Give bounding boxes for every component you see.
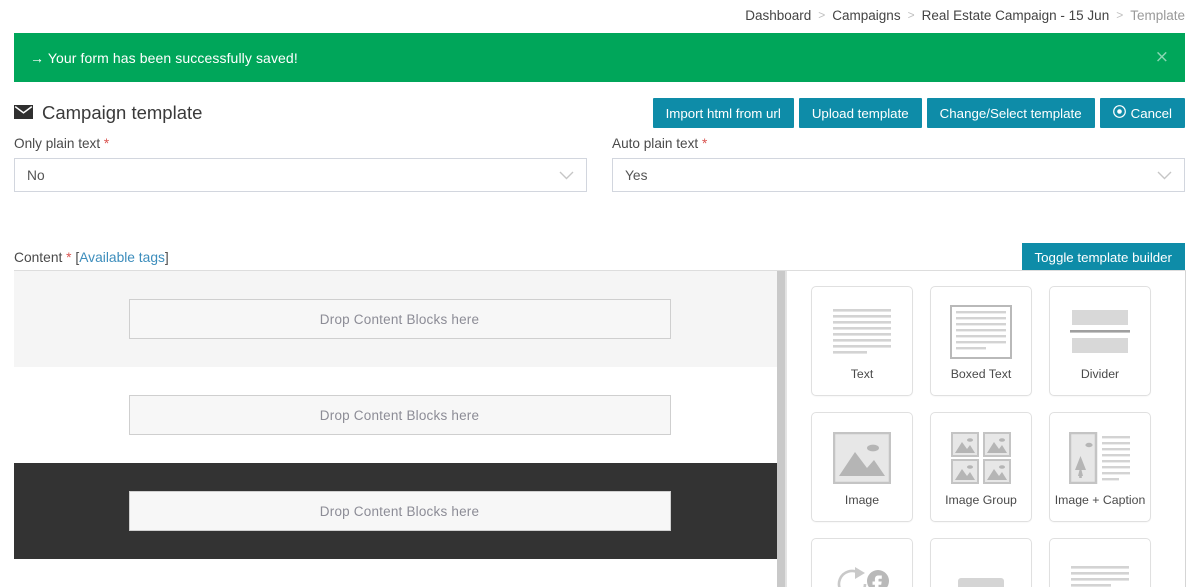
chevron-down-icon bbox=[559, 168, 574, 183]
divider-icon bbox=[1069, 301, 1131, 363]
canvas-section-2[interactable]: Drop Content Blocks here bbox=[14, 367, 785, 463]
page-title: Campaign template bbox=[14, 102, 202, 124]
only-plain-text-value: No bbox=[27, 167, 45, 183]
image-caption-icon bbox=[1069, 427, 1131, 489]
boxed-text-icon bbox=[950, 301, 1012, 363]
alert-message: → Your form has been successfully saved! bbox=[30, 49, 298, 66]
dropzone-2[interactable]: Drop Content Blocks here bbox=[128, 395, 671, 435]
ban-icon bbox=[1112, 105, 1126, 121]
block-card-image[interactable]: Image bbox=[811, 412, 913, 522]
block-card-social-share[interactable] bbox=[811, 538, 913, 587]
auto-plain-text-label: Auto plain text * bbox=[612, 136, 1185, 151]
breadcrumb-separator: > bbox=[1116, 8, 1124, 22]
block-card-button[interactable] bbox=[930, 538, 1032, 587]
envelope-icon bbox=[14, 102, 33, 124]
available-tags-link[interactable]: Available tags bbox=[79, 250, 165, 265]
image-icon bbox=[833, 427, 891, 489]
auto-plain-text-label-text: Auto plain text bbox=[612, 136, 699, 151]
block-label-image: Image bbox=[844, 493, 880, 507]
social-share-icon bbox=[831, 553, 893, 587]
dropzone-1[interactable]: Drop Content Blocks here bbox=[128, 299, 671, 339]
upload-template-label: Upload template bbox=[811, 105, 909, 121]
breadcrumb-item-campaigns[interactable]: Campaigns bbox=[832, 8, 900, 23]
import-html-from-url-button[interactable]: Import html from url bbox=[652, 98, 794, 128]
block-label-image-caption: Image + Caption bbox=[1054, 493, 1146, 507]
required-marker: * bbox=[701, 136, 708, 151]
change-select-template-button[interactable]: Change/Select template bbox=[926, 98, 1095, 128]
block-palette: Text Boxed Text Divider Image Image Grou… bbox=[786, 271, 1186, 587]
block-label-divider: Divider bbox=[1080, 367, 1120, 381]
auto-plain-text-select[interactable]: Yes bbox=[612, 158, 1185, 192]
page-header: Campaign template Import html from url U… bbox=[0, 94, 1199, 132]
block-palette-grid: Text Boxed Text Divider Image Image Grou… bbox=[811, 286, 1169, 587]
cancel-label: Cancel bbox=[1130, 105, 1172, 121]
plain-text-form: Only plain text * No Auto plain text * Y… bbox=[0, 136, 1199, 192]
required-marker: * bbox=[66, 249, 72, 265]
auto-plain-text-group: Auto plain text * Yes bbox=[612, 136, 1185, 192]
block-card-text-block[interactable] bbox=[1049, 538, 1151, 587]
canvas-section-3[interactable]: Drop Content Blocks here bbox=[14, 463, 785, 559]
page-title-text: Campaign template bbox=[42, 102, 203, 123]
text-block-icon bbox=[1069, 553, 1131, 587]
change-select-template-label: Change/Select template bbox=[939, 105, 1082, 121]
only-plain-text-label: Only plain text * bbox=[14, 136, 587, 151]
content-label-text: Content bbox=[14, 249, 63, 265]
breadcrumb-item-campaign[interactable]: Real Estate Campaign - 15 Jun bbox=[922, 8, 1110, 23]
upload-template-button[interactable]: Upload template bbox=[798, 98, 922, 128]
breadcrumb-item-dashboard[interactable]: Dashboard bbox=[745, 8, 811, 23]
canvas-scroll-area: Drop Content Blocks here Drop Content Bl… bbox=[14, 271, 785, 587]
chevron-down-icon bbox=[1157, 168, 1172, 183]
only-plain-text-group: Only plain text * No bbox=[14, 136, 587, 192]
import-html-from-url-label: Import html from url bbox=[665, 105, 781, 121]
breadcrumb-separator: > bbox=[907, 8, 915, 22]
block-label-image-group: Image Group bbox=[945, 493, 1017, 507]
only-plain-text-label-text: Only plain text bbox=[14, 136, 101, 151]
content-label: Content * [Available tags] bbox=[14, 250, 169, 265]
button-icon bbox=[950, 553, 1012, 587]
block-label-text: Text bbox=[850, 367, 874, 381]
close-icon[interactable]: × bbox=[1155, 49, 1169, 66]
template-canvas[interactable]: Drop Content Blocks here Drop Content Bl… bbox=[14, 271, 786, 587]
block-card-text[interactable]: Text bbox=[811, 286, 913, 396]
dropzone-3[interactable]: Drop Content Blocks here bbox=[128, 491, 671, 531]
toggle-template-builder-button[interactable]: Toggle template builder bbox=[1021, 242, 1185, 272]
image-group-icon bbox=[951, 427, 1011, 489]
block-card-divider[interactable]: Divider bbox=[1049, 286, 1151, 396]
bracket-close: ] bbox=[164, 249, 169, 265]
required-marker: * bbox=[103, 136, 110, 151]
block-card-image-caption[interactable]: Image + Caption bbox=[1049, 412, 1151, 522]
canvas-scrollbar-thumb[interactable] bbox=[777, 271, 785, 587]
canvas-scrollbar[interactable] bbox=[777, 271, 785, 587]
block-card-image-group[interactable]: Image Group bbox=[930, 412, 1032, 522]
template-toolbar: Import html from url Upload template Cha… bbox=[652, 98, 1185, 128]
breadcrumb-item-template: Template bbox=[1130, 7, 1185, 23]
auto-plain-text-value: Yes bbox=[625, 167, 648, 183]
text-lines-icon bbox=[831, 301, 893, 363]
success-alert: → Your form has been successfully saved!… bbox=[14, 33, 1185, 82]
cancel-button[interactable]: Cancel bbox=[1099, 98, 1185, 128]
block-card-boxed-text[interactable]: Boxed Text bbox=[930, 286, 1032, 396]
breadcrumb-separator: > bbox=[818, 8, 826, 22]
template-builder: Drop Content Blocks here Drop Content Bl… bbox=[14, 270, 1186, 587]
canvas-section-1[interactable]: Drop Content Blocks here bbox=[14, 271, 785, 367]
content-header: Content * [Available tags] Toggle templa… bbox=[0, 240, 1199, 274]
only-plain-text-select[interactable]: No bbox=[14, 158, 587, 192]
breadcrumb: Dashboard > Campaigns > Real Estate Camp… bbox=[0, 0, 1199, 30]
block-label-boxed-text: Boxed Text bbox=[950, 367, 1012, 381]
